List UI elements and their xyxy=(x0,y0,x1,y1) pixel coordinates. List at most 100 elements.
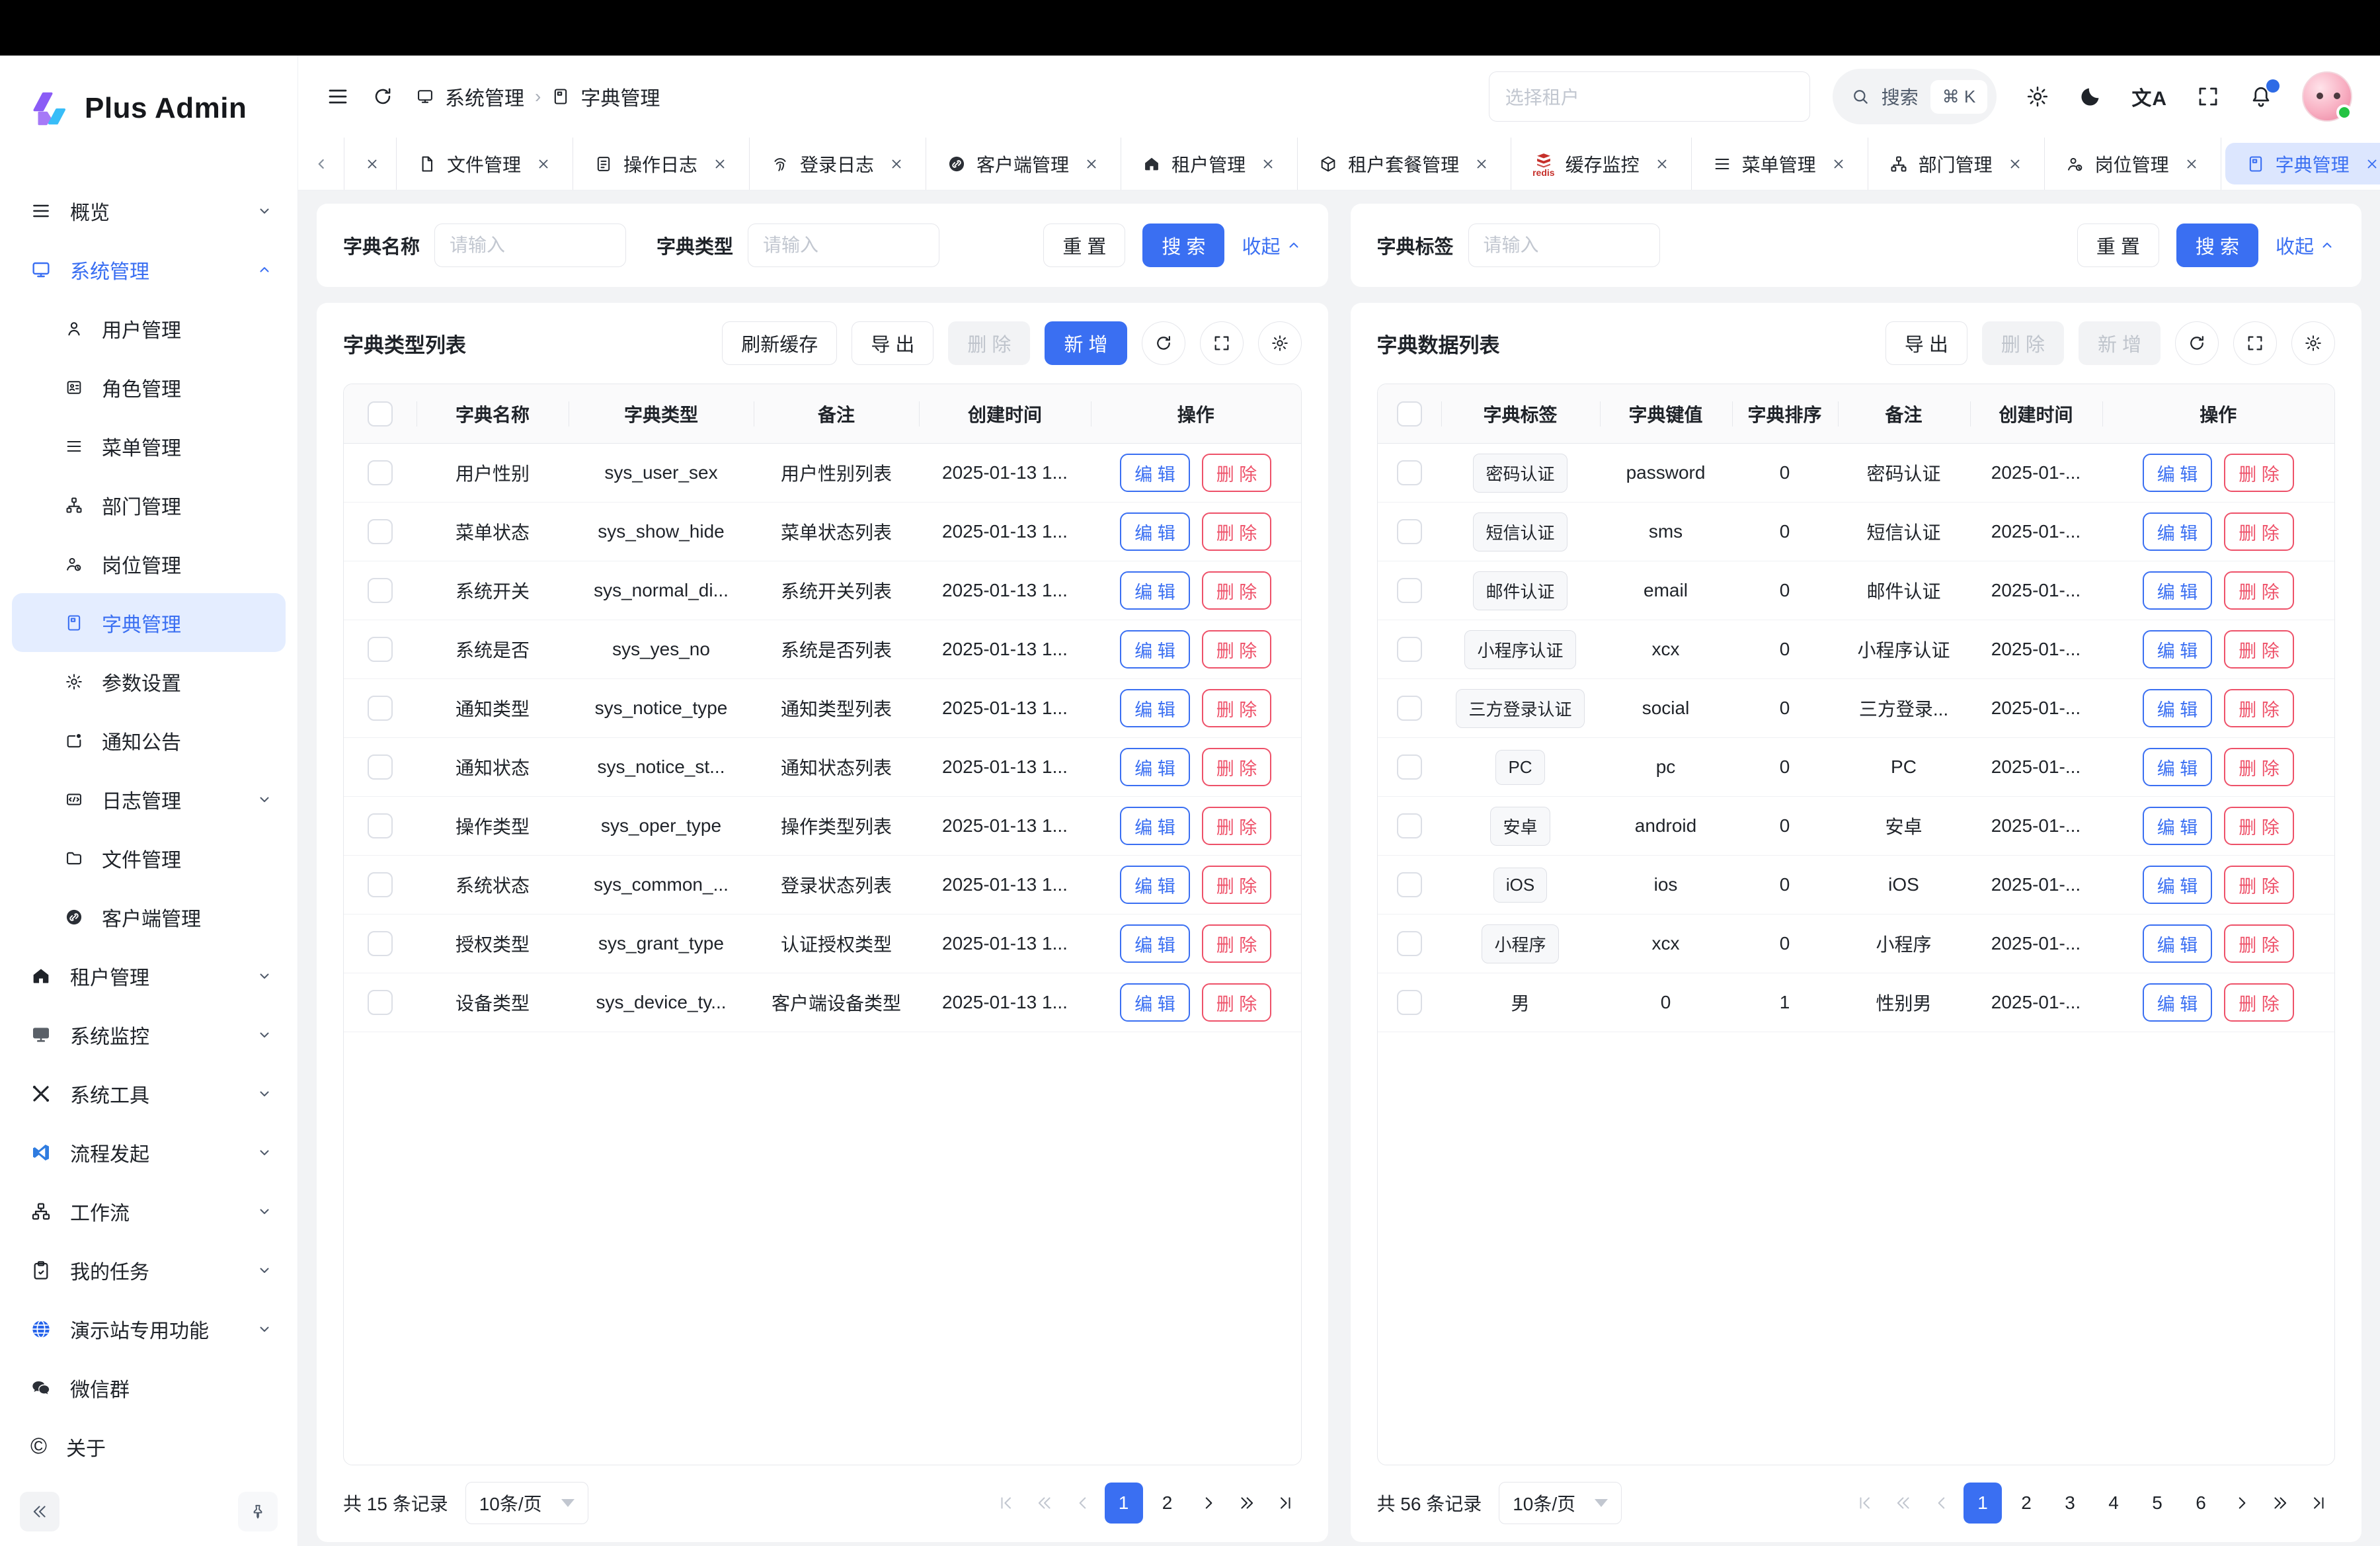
sidebar-item-overview[interactable]: 概览 xyxy=(0,181,298,240)
edit-button[interactable]: 编 辑 xyxy=(1120,512,1190,551)
sidebar-collapse-button[interactable] xyxy=(20,1492,60,1531)
tab-menu-management[interactable]: 菜单管理 xyxy=(1692,138,1868,190)
close-icon[interactable] xyxy=(712,156,728,172)
edit-button[interactable]: 编 辑 xyxy=(1120,924,1190,963)
sidebar-pin-button[interactable] xyxy=(238,1492,278,1531)
tab-cache-monitor[interactable]: redis 缓存监控 xyxy=(1511,138,1691,190)
dict-label-input[interactable] xyxy=(1468,224,1660,267)
delete-button[interactable]: 删 除 xyxy=(1202,983,1272,1022)
refresh-page-button[interactable] xyxy=(372,86,393,107)
refresh-cache-button[interactable]: 刷新缓存 xyxy=(722,321,837,365)
first-page-button[interactable] xyxy=(1848,1483,1882,1524)
sidebar-item-system-monitor[interactable]: 系统监控 xyxy=(0,1005,298,1064)
page-number-button[interactable]: 2 xyxy=(2007,1483,2045,1524)
select-all-checkbox[interactable] xyxy=(1397,401,1422,427)
tabs-scroll-left-button[interactable] xyxy=(298,138,344,190)
add-button[interactable]: 新 增 xyxy=(1045,321,1127,365)
dict-type-input[interactable] xyxy=(748,224,939,267)
sidebar-item-post-management[interactable]: 岗位管理 xyxy=(0,534,298,593)
export-button[interactable]: 导 出 xyxy=(1885,321,1967,365)
notifications-button[interactable] xyxy=(2249,85,2273,108)
brand-logo[interactable]: Plus Admin xyxy=(0,56,298,161)
tab-tenant-management[interactable]: 租户管理 xyxy=(1121,138,1298,190)
delete-button[interactable]: 删 除 xyxy=(1202,807,1272,845)
last-page-button[interactable] xyxy=(2302,1483,2335,1524)
sidebar-item-role-management[interactable]: 角色管理 xyxy=(0,358,298,417)
edit-button[interactable]: 编 辑 xyxy=(1120,454,1190,492)
edit-button[interactable]: 编 辑 xyxy=(1120,689,1190,727)
row-checkbox[interactable] xyxy=(1397,696,1422,721)
delete-button[interactable]: 删 除 xyxy=(1202,571,1272,610)
delete-button[interactable]: 删 除 xyxy=(1202,748,1272,786)
settings-button[interactable] xyxy=(2026,85,2049,108)
sidebar-item-my-tasks[interactable]: 我的任务 xyxy=(0,1241,298,1299)
fullscreen-button[interactable] xyxy=(2196,85,2220,108)
sidebar-item-system-tools[interactable]: 系统工具 xyxy=(0,1064,298,1123)
edit-button[interactable]: 编 辑 xyxy=(2143,807,2213,845)
sidebar-item-param-settings[interactable]: 参数设置 xyxy=(0,652,298,711)
tab-dept-management[interactable]: 部门管理 xyxy=(1868,138,2045,190)
page-number-button[interactable]: 6 xyxy=(2182,1483,2220,1524)
tab-dict-management[interactable]: 字典管理 xyxy=(2225,143,2380,184)
delete-button[interactable]: 删 除 xyxy=(2224,454,2294,492)
sidebar-item-notice[interactable]: 通知公告 xyxy=(0,711,298,770)
language-button[interactable]: 文A xyxy=(2131,82,2167,111)
edit-button[interactable]: 编 辑 xyxy=(2143,512,2213,551)
global-search-button[interactable]: 搜索 ⌘ K xyxy=(1833,69,1997,124)
prev-page-button[interactable] xyxy=(1925,1483,1958,1524)
forward-five-pages-button[interactable] xyxy=(1230,1483,1263,1524)
tenant-select[interactable]: 选择租户 xyxy=(1489,71,1810,122)
page-number-button[interactable]: 1 xyxy=(1105,1483,1143,1524)
close-icon[interactable] xyxy=(1084,156,1099,172)
delete-button[interactable]: 删 除 xyxy=(948,321,1030,365)
back-five-pages-button[interactable] xyxy=(1887,1483,1920,1524)
row-checkbox[interactable] xyxy=(368,578,393,603)
row-checkbox[interactable] xyxy=(368,931,393,956)
table-refresh-button[interactable] xyxy=(1142,321,1185,365)
table-settings-button[interactable] xyxy=(1258,321,1302,365)
sidebar-item-file-management[interactable]: 文件管理 xyxy=(0,829,298,887)
page-number-button[interactable]: 2 xyxy=(1148,1483,1187,1524)
close-icon[interactable] xyxy=(2184,156,2200,172)
tab-tenant-package[interactable]: 租户套餐管理 xyxy=(1298,138,1511,190)
table-fullscreen-button[interactable] xyxy=(2233,321,2277,365)
delete-button[interactable]: 删 除 xyxy=(2224,748,2294,786)
close-icon[interactable] xyxy=(1260,156,1276,172)
row-checkbox[interactable] xyxy=(1397,931,1422,956)
row-checkbox[interactable] xyxy=(1397,813,1422,838)
edit-button[interactable]: 编 辑 xyxy=(2143,866,2213,904)
sidebar-item-client-management[interactable]: 客户端管理 xyxy=(0,887,298,946)
edit-button[interactable]: 编 辑 xyxy=(2143,630,2213,669)
close-icon[interactable] xyxy=(2007,156,2023,172)
next-page-button[interactable] xyxy=(2225,1483,2258,1524)
edit-button[interactable]: 编 辑 xyxy=(2143,748,2213,786)
row-checkbox[interactable] xyxy=(1397,872,1422,897)
row-checkbox[interactable] xyxy=(368,872,393,897)
last-page-button[interactable] xyxy=(1269,1483,1302,1524)
edit-button[interactable]: 编 辑 xyxy=(2143,454,2213,492)
delete-button[interactable]: 删 除 xyxy=(2224,689,2294,727)
delete-button[interactable]: 删 除 xyxy=(1202,924,1272,963)
breadcrumb-level2[interactable]: 字典管理 xyxy=(580,82,660,111)
tab-operation-log[interactable]: 操作日志 xyxy=(573,138,750,190)
tab-partial[interactable] xyxy=(344,138,397,190)
sidebar-item-process-start[interactable]: 流程发起 xyxy=(0,1123,298,1182)
row-checkbox[interactable] xyxy=(1397,460,1422,485)
sidebar-item-dept-management[interactable]: 部门管理 xyxy=(0,475,298,534)
row-checkbox[interactable] xyxy=(368,754,393,780)
close-icon[interactable] xyxy=(1474,156,1489,172)
collapse-search-link[interactable]: 收起 xyxy=(1242,231,1301,259)
edit-button[interactable]: 编 辑 xyxy=(1120,748,1190,786)
tab-client-management[interactable]: 客户端管理 xyxy=(926,138,1121,190)
table-settings-button[interactable] xyxy=(2291,321,2335,365)
add-button[interactable]: 新 增 xyxy=(2079,321,2161,365)
row-checkbox[interactable] xyxy=(368,460,393,485)
sidebar-item-workflow[interactable]: 工作流 xyxy=(0,1182,298,1241)
close-icon[interactable] xyxy=(1831,156,1846,172)
delete-button[interactable]: 删 除 xyxy=(2224,807,2294,845)
forward-five-pages-button[interactable] xyxy=(2264,1483,2297,1524)
edit-button[interactable]: 编 辑 xyxy=(1120,983,1190,1022)
sidebar-item-menu-management[interactable]: 菜单管理 xyxy=(0,417,298,475)
first-page-button[interactable] xyxy=(990,1483,1023,1524)
dark-mode-button[interactable] xyxy=(2079,85,2102,108)
